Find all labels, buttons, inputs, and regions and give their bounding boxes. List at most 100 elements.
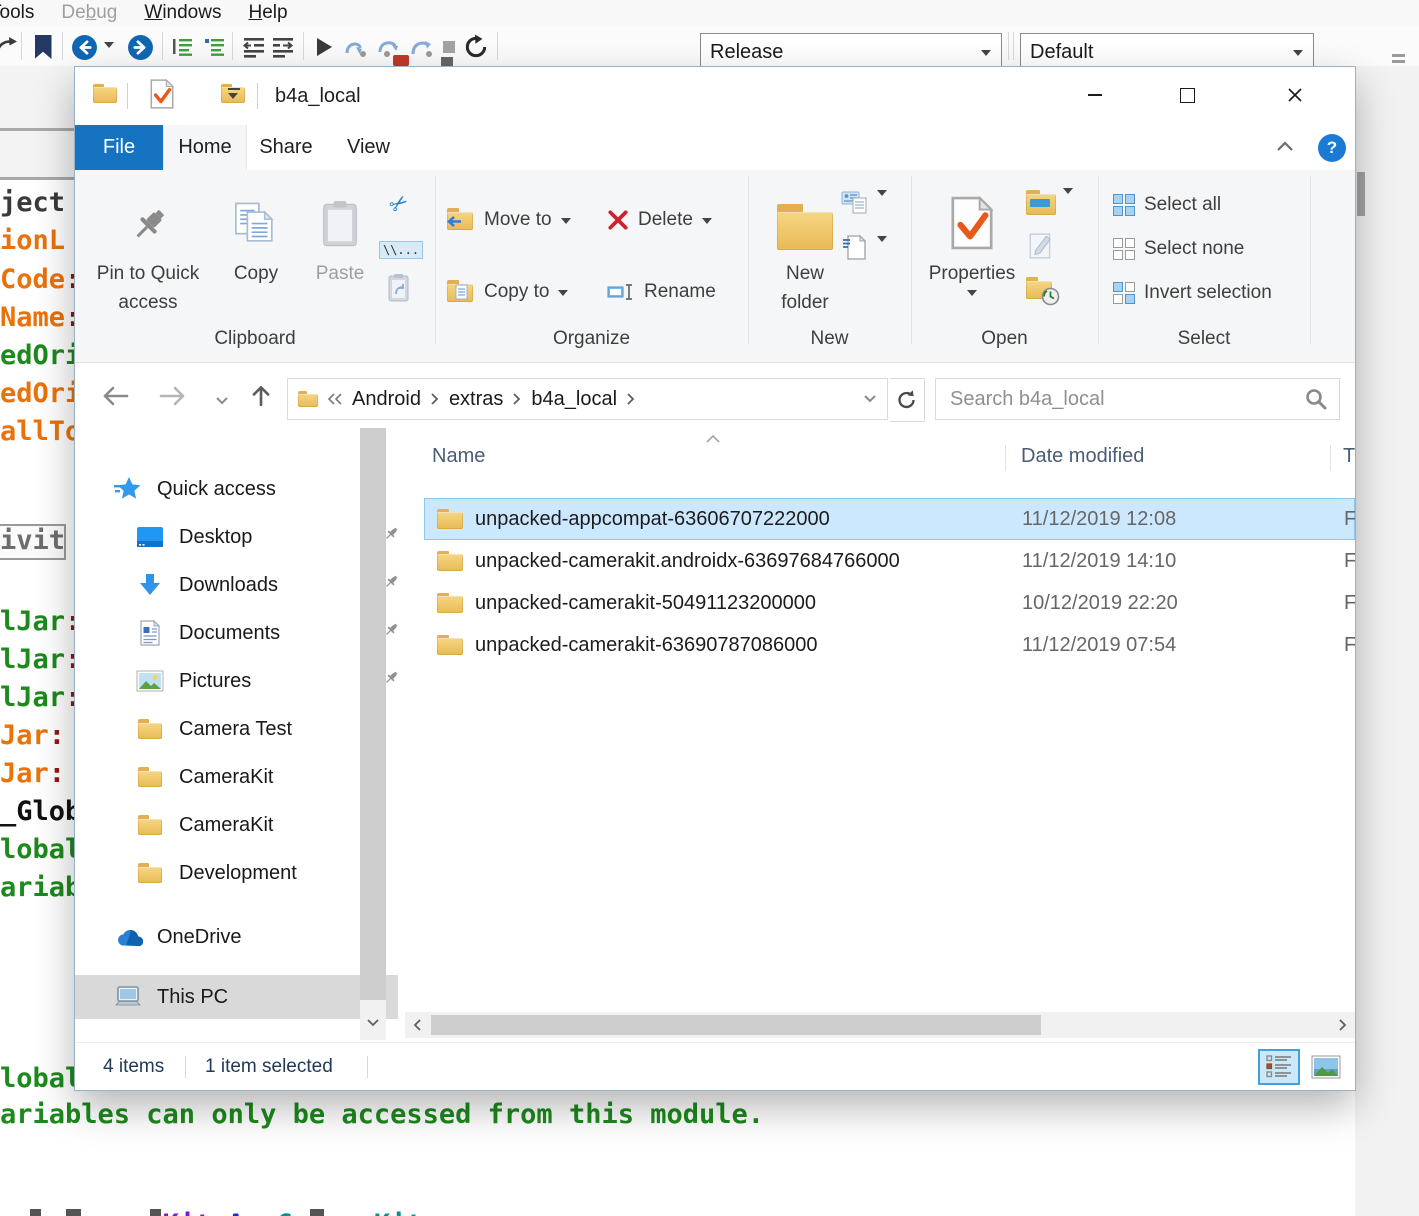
sidebar-item-quick-access[interactable]: Quick access [113,467,276,511]
indent-icon[interactable] [270,32,296,62]
restart-icon[interactable] [461,32,491,62]
back-icon[interactable] [70,32,98,62]
sidebar-item-pictures[interactable]: Pictures [135,659,398,703]
edit-button[interactable] [1023,228,1059,264]
maximize-button[interactable] [1142,67,1232,123]
sidebar-item-camera-test[interactable]: Camera Test [135,707,292,751]
collapse-ribbon-chevron[interactable] [1275,139,1295,158]
forward-icon[interactable] [126,32,154,62]
nav-up-icon[interactable] [249,383,273,412]
address-bar[interactable]: Android extras b4a_local [287,378,888,420]
sidebar-item-documents[interactable]: Documents [135,611,398,655]
back-history-caret[interactable] [101,32,117,62]
paste-button[interactable]: Paste [303,182,377,334]
sidebar-item-this-pc[interactable]: This PC [75,975,398,1019]
nav-back-icon[interactable] [101,385,129,412]
menu-windows[interactable]: Windows [144,2,221,24]
scroll-left-button[interactable] [405,1012,430,1038]
sidebar-scrollbar[interactable] [360,428,386,1040]
sidebar-item-camerakit-1[interactable]: CameraKit [135,755,273,799]
sidebar-scrollbar-thumb[interactable] [360,428,386,1000]
file-row[interactable]: unpacked-camerakit-63690787086000 11/12/… [424,624,1355,666]
pushpin-icon [85,182,211,250]
close-button[interactable] [1234,67,1355,123]
scroll-right-button[interactable] [1330,1012,1355,1038]
toolbar-fragment [441,57,453,66]
nav-forward-icon[interactable] [159,385,187,412]
code-line: lJar: [0,682,82,713]
details-view-button[interactable] [1258,1049,1300,1085]
customize-qat-caret[interactable] [228,88,240,104]
history-button[interactable] [1023,272,1060,308]
easy-access-caret[interactable] [877,190,887,218]
select-none-button[interactable]: Select none [1113,232,1244,266]
file-row[interactable]: unpacked-appcompat-63606707222000 11/12/… [424,498,1355,540]
tab-share[interactable]: Share [245,125,327,170]
open-button[interactable] [1023,184,1059,220]
search-input[interactable] [948,386,1305,412]
comment-lines-icon[interactable] [170,32,194,62]
new-item-caret[interactable] [877,236,887,264]
properties-quick-icon[interactable] [149,78,175,114]
tab-home[interactable]: Home [163,125,247,170]
delete-button[interactable]: Delete [607,203,712,237]
rename-button[interactable]: Rename [607,275,716,309]
horizontal-scrollbar-thumb[interactable] [431,1015,1041,1035]
breadcrumb-b4a-local[interactable]: b4a_local [531,388,617,411]
sidebar-item-downloads[interactable]: Downloads [135,563,398,607]
sidebar-item-development[interactable]: Development [135,851,297,895]
easy-access-button[interactable] [837,184,873,220]
menu-help[interactable]: Help [248,2,287,24]
refresh-button[interactable] [890,378,925,422]
column-header-date-modified[interactable]: Date modified [1021,445,1144,468]
step-into-icon[interactable] [340,32,370,62]
copy-path-button[interactable]: \\... [378,232,424,268]
sort-ascending-chevron[interactable] [705,431,721,449]
column-separator[interactable] [1330,445,1331,471]
step-out-icon[interactable] [406,32,436,62]
column-header-name[interactable]: Name [432,445,485,468]
invert-selection-button[interactable]: Invert selection [1113,276,1272,310]
onedrive-icon [113,927,143,948]
sidebar-item-onedrive[interactable]: OneDrive [113,915,241,959]
nav-history-chevron[interactable] [215,393,229,411]
sidebar-item-camerakit-2[interactable]: CameraKit [135,803,273,847]
properties-button[interactable]: Properties [920,182,1024,334]
cut-button[interactable]: ✂ [381,186,417,222]
undo-arrow-icon[interactable] [0,32,18,62]
file-row[interactable]: unpacked-camerakit-50491123200000 10/12/… [424,582,1355,624]
move-to-button[interactable]: Move to [447,203,571,237]
tab-file[interactable]: File [75,125,163,170]
thumbnail-view-button[interactable] [1305,1049,1347,1085]
new-folder-button[interactable]: New folder [763,182,847,334]
column-separator[interactable] [1005,445,1006,471]
new-item-button[interactable] [837,230,873,266]
file-row[interactable]: unpacked-camerakit.androidx-636976847660… [424,540,1355,582]
minimize-button[interactable] [1050,67,1140,123]
scroll-down-button[interactable] [360,1005,386,1040]
paste-shortcut-button[interactable] [381,270,417,306]
chevron-right-icon [431,393,439,405]
pin-to-quick-access-button[interactable]: Pin to Quick access [85,182,211,334]
breadcrumb-android[interactable]: Android [352,388,421,411]
copy-to-button[interactable]: Copy to [447,275,569,309]
new-item-icon [843,234,867,260]
run-icon[interactable] [314,32,334,62]
copy-button[interactable]: Copy [217,182,295,334]
address-dropdown-chevron[interactable] [863,394,877,404]
outdent-icon[interactable] [241,32,267,62]
search-box[interactable] [935,378,1340,420]
menu-debug[interactable]: Debug [61,2,117,24]
help-icon[interactable]: ? [1318,134,1346,162]
sidebar-item-desktop[interactable]: Desktop [135,515,398,559]
tab-view[interactable]: View [327,125,410,170]
horizontal-scrollbar[interactable] [405,1012,1355,1038]
open-caret[interactable] [1063,188,1073,216]
folder-icon [437,550,463,572]
select-all-button[interactable]: Select all [1113,188,1221,222]
column-header-type[interactable]: T [1343,445,1355,468]
uncomment-lines-icon[interactable] [202,32,226,62]
menu-tools[interactable]: Tools [0,2,34,24]
bookmark-icon[interactable] [33,32,53,62]
breadcrumb-extras[interactable]: extras [449,388,503,411]
